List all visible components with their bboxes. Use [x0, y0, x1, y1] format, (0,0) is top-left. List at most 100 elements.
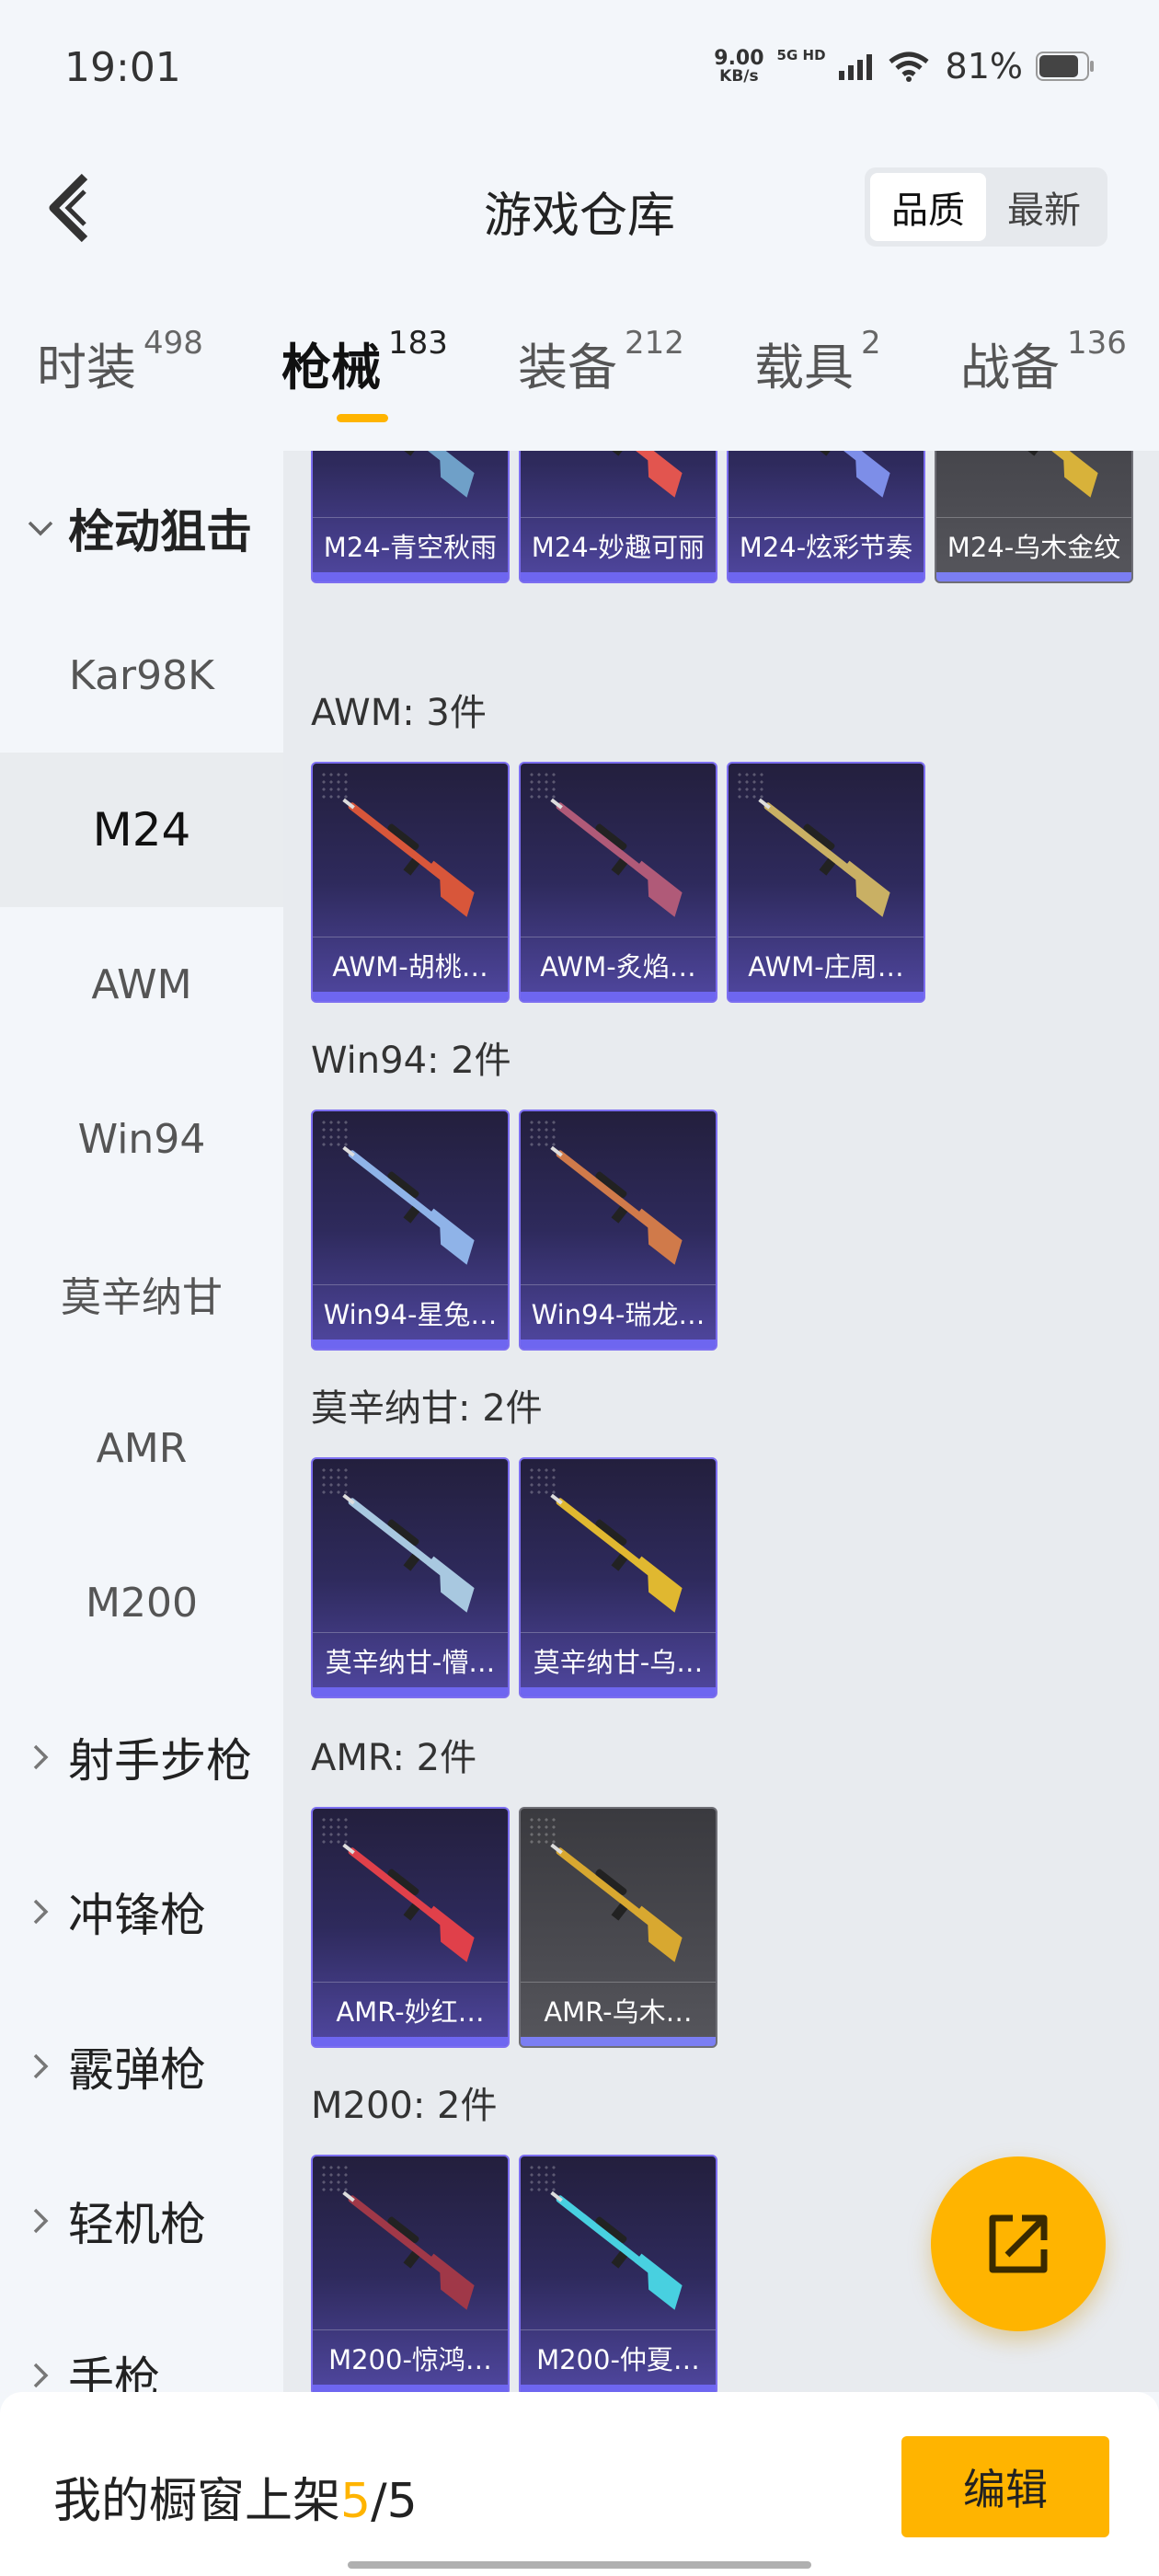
weapon-skin-image — [342, 1843, 475, 1962]
weapon-skin-image — [763, 451, 890, 498]
chevron-right-icon — [22, 2207, 59, 2235]
quality-bar — [313, 2037, 508, 2046]
item-card[interactable]: AWM-胡桃… — [311, 762, 510, 1003]
weapon-skin-image — [971, 451, 1098, 498]
chevron-right-icon — [22, 2053, 59, 2080]
net-speed-value: 9.00 — [714, 46, 764, 70]
sidebar-group-label: 栓动狙击 — [68, 505, 252, 558]
item-card[interactable]: AWM-庄周… — [727, 762, 925, 1003]
weapon-skin-image — [758, 798, 890, 917]
status-indicators: 9.00 KB/s 5G HD 81% — [714, 46, 1095, 86]
weapon-skin-image — [348, 451, 475, 498]
quality-bar — [521, 2385, 716, 2392]
item-card[interactable]: AMR-乌木… — [519, 1807, 717, 2048]
item-card[interactable]: 莫辛纳甘-乌… — [519, 1457, 717, 1698]
item-name: Win94-星兔… — [313, 1284, 508, 1340]
item-card[interactable]: M24-乌木金纹 — [935, 451, 1133, 583]
item-name: 莫辛纳甘-乌… — [521, 1632, 716, 1687]
weapon-skin-image — [342, 1493, 475, 1613]
quality-bar — [313, 1340, 508, 1349]
net-speed: 9.00 KB/s — [714, 46, 764, 85]
sidebar-item-amr[interactable]: AMR — [0, 1371, 283, 1525]
edit-button[interactable]: 编辑 — [901, 2436, 1109, 2537]
tab-equipment[interactable]: 装备 212 — [518, 325, 684, 399]
item-name: AMR-妙红… — [313, 1982, 508, 2037]
chevron-down-icon — [22, 519, 59, 537]
weapon-skin-image — [342, 1145, 475, 1265]
sidebar-item-kar98k[interactable]: Kar98K — [0, 598, 283, 753]
home-indicator — [348, 2561, 811, 2569]
chevron-right-icon — [22, 1898, 59, 1926]
item-card[interactable]: M200-仲夏… — [519, 2155, 717, 2392]
sidebar-group-lmg[interactable]: 轻机枪 — [0, 2144, 283, 2298]
sidebar-item-mosin[interactable]: 莫辛纳甘 — [0, 1216, 283, 1371]
sidebar-item-m200[interactable]: M200 — [0, 1525, 283, 1680]
sidebar-group-marksman[interactable]: 射手步枪 — [0, 1680, 283, 1834]
weapon-skin-image — [556, 451, 683, 498]
quality-bar — [521, 992, 716, 1001]
sort-option-newest[interactable]: 最新 — [986, 173, 1102, 241]
item-name: M24-青空秋雨 — [313, 517, 508, 572]
tab-fashion[interactable]: 时装 498 — [37, 325, 203, 399]
sidebar-group-smg[interactable]: 冲锋枪 — [0, 1834, 283, 1989]
sidebar-item-m24[interactable]: M24 — [0, 753, 283, 907]
chevron-right-icon — [22, 1743, 59, 1771]
tab-count: 498 — [143, 325, 203, 362]
sidebar-item-win94[interactable]: Win94 — [0, 1062, 283, 1216]
tab-guns[interactable]: 枪械 183 — [281, 325, 448, 399]
item-name: M200-仲夏… — [521, 2329, 716, 2385]
status-time: 19:01 — [64, 44, 181, 91]
item-name: M200-惊鸿… — [313, 2329, 508, 2385]
item-card[interactable]: Win94-星兔… — [311, 1110, 510, 1351]
sidebar-item-awm[interactable]: AWM — [0, 907, 283, 1062]
item-name: Win94-瑞龙… — [521, 1284, 716, 1340]
weapon-skin-image — [342, 798, 475, 917]
weapon-skin-image — [550, 2191, 683, 2310]
item-name: 莫辛纳甘-懵… — [313, 1632, 508, 1687]
item-name: AWM-胡桃… — [313, 937, 508, 992]
share-button[interactable] — [931, 2156, 1106, 2331]
quality-bar — [313, 992, 508, 1001]
tab-label: 时装 — [37, 339, 136, 397]
tab-label: 枪械 — [281, 339, 381, 397]
item-card[interactable]: 莫辛纳甘-懵… — [311, 1457, 510, 1698]
item-card[interactable]: Win94-瑞龙… — [519, 1110, 717, 1351]
showcase-status: 我的橱窗上架5/5 — [53, 2462, 418, 2531]
quality-bar — [521, 2037, 716, 2046]
item-name: AWM-炙焰… — [521, 937, 716, 992]
section-title: M200: 2件 — [311, 2085, 498, 2127]
quality-bar — [521, 572, 716, 581]
tab-count: 183 — [388, 325, 448, 362]
signal-label: 5G HD — [776, 46, 826, 63]
quality-bar — [521, 1340, 716, 1349]
item-card[interactable]: M24-妙趣可丽 — [519, 451, 717, 583]
sidebar-group-pistol[interactable]: 手枪 — [0, 2298, 283, 2392]
category-tabs: 时装 498 枪械 183 装备 212 载具 2 战备 136 — [0, 325, 1159, 428]
sort-option-quality[interactable]: 品质 — [870, 173, 986, 241]
quality-bar — [313, 2385, 508, 2392]
sidebar-group-shotgun[interactable]: 霰弹枪 — [0, 1989, 283, 2144]
item-card[interactable]: M200-惊鸿… — [311, 2155, 510, 2392]
quality-bar — [729, 992, 924, 1001]
chevron-right-icon — [22, 2362, 59, 2389]
tab-count: 212 — [625, 325, 684, 362]
item-name: AWM-庄周… — [729, 937, 924, 992]
item-card[interactable]: M24-炫彩节奏 — [727, 451, 925, 583]
wifi-icon — [888, 52, 929, 82]
item-name: AMR-乌木… — [521, 1982, 716, 2037]
sidebar: 栓动狙击 Kar98K M24 AWM Win94 莫辛纳甘 AMR M200 … — [0, 451, 283, 2392]
sidebar-group-label: 射手步枪 — [68, 1734, 252, 1788]
section-title: AMR: 2件 — [311, 1737, 477, 1779]
showcase-current: 5 — [340, 2474, 372, 2529]
weapon-skin-image — [550, 1145, 683, 1265]
item-card[interactable]: AWM-炙焰… — [519, 762, 717, 1003]
item-card[interactable]: AMR-妙红… — [311, 1807, 510, 2048]
tab-label: 载具 — [754, 339, 854, 397]
sidebar-group-bolt-action[interactable]: 栓动狙击 — [0, 451, 283, 605]
tab-supplies[interactable]: 战备 136 — [960, 325, 1127, 399]
sidebar-group-label: 霰弹枪 — [68, 2043, 206, 2097]
item-card[interactable]: M24-青空秋雨 — [311, 451, 510, 583]
tab-vehicles[interactable]: 载具 2 — [754, 325, 881, 399]
header: 游戏仓库 品质 最新 — [0, 156, 1159, 258]
quality-bar — [313, 572, 508, 581]
